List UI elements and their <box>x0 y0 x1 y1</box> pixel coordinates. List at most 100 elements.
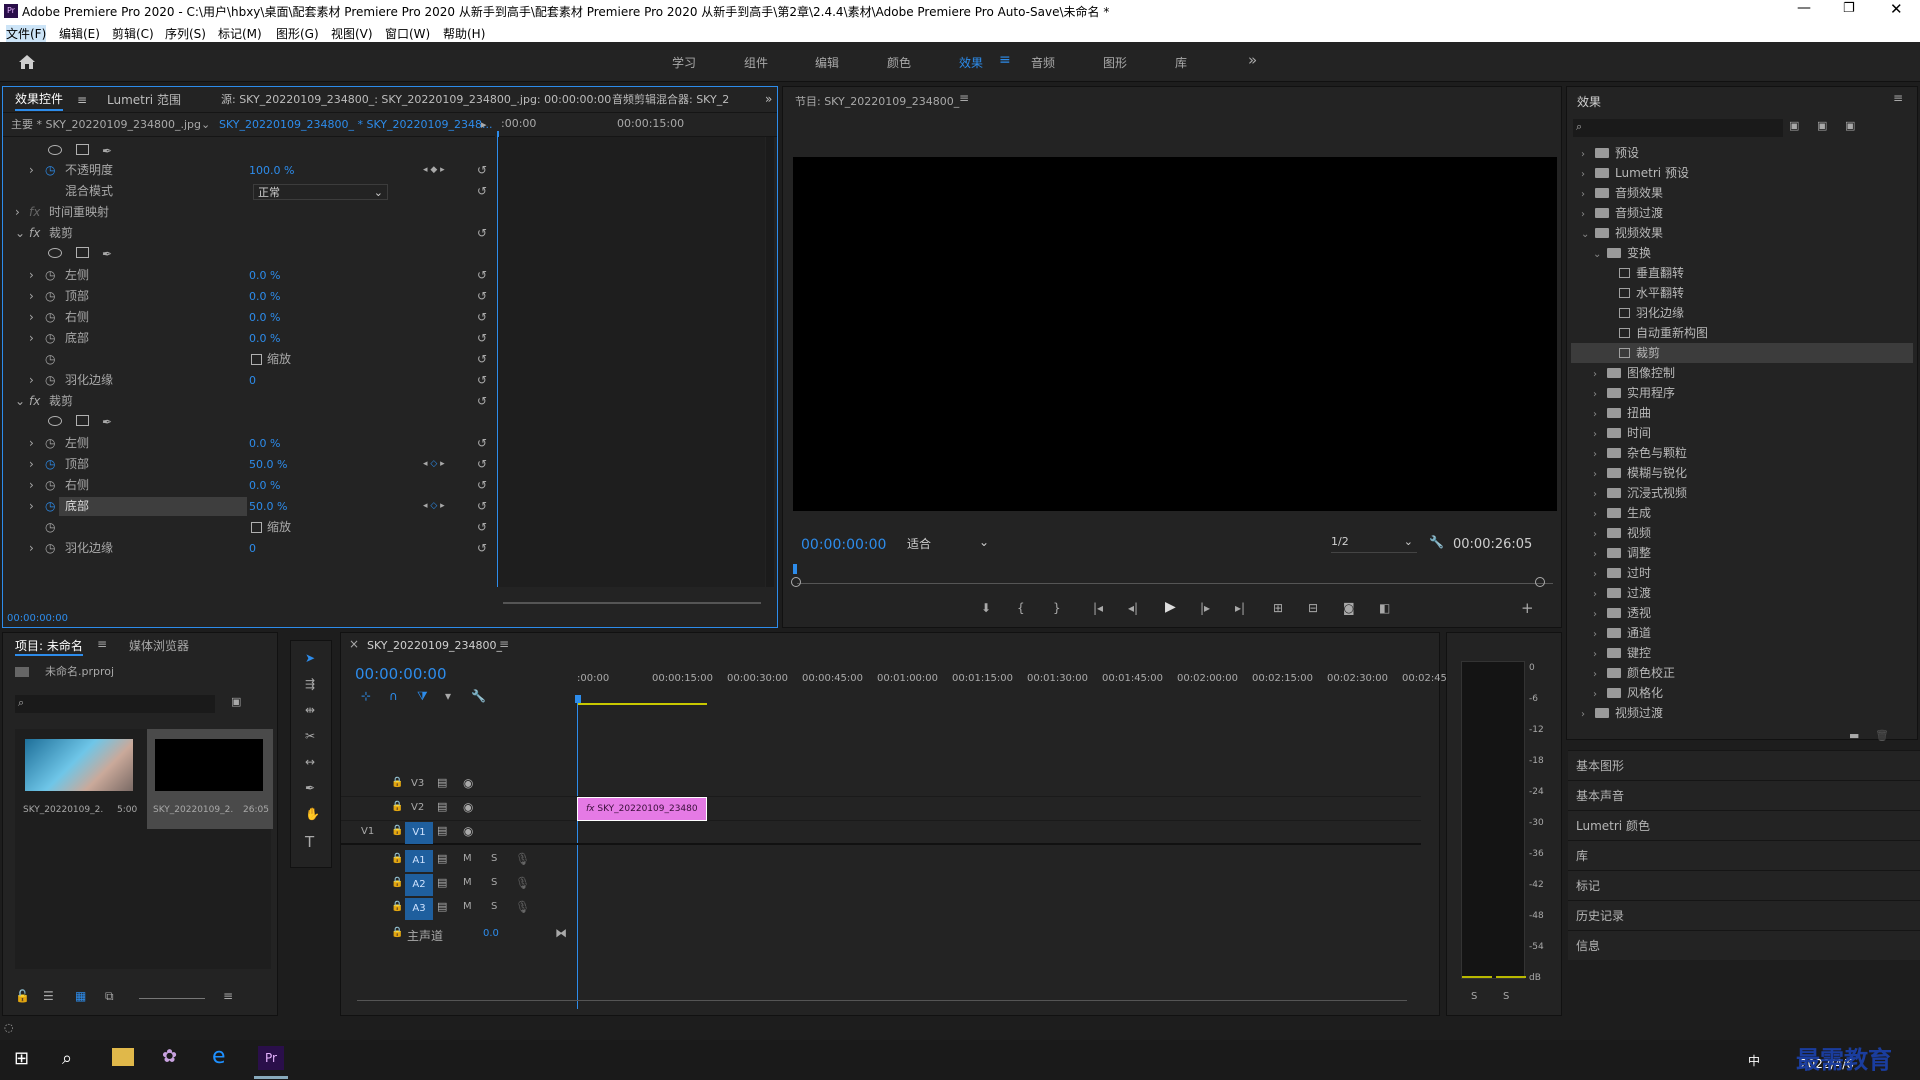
timeline-vscroll[interactable] <box>1303 713 1309 1013</box>
zoom-checkbox[interactable] <box>251 354 262 365</box>
chevron-right-icon[interactable]: › <box>1593 525 1607 545</box>
workspace-editing[interactable]: 编辑 <box>815 54 839 71</box>
project-menu-icon[interactable]: ≡ <box>97 637 107 651</box>
reset-icon[interactable]: ↺ <box>477 475 487 496</box>
effects-tree-item[interactable]: › 调整 <box>1571 543 1913 563</box>
keyframe-nav-icon[interactable]: ◂ ◇ ▸ <box>423 496 445 517</box>
chevron-right-icon[interactable]: › <box>1593 505 1607 525</box>
ec-keyframe-area[interactable] <box>497 137 765 587</box>
effects-tree-item[interactable]: › 过时 <box>1571 563 1913 583</box>
solo-button[interactable]: S <box>491 901 497 912</box>
effects-tree-item[interactable]: › 视频 <box>1571 523 1913 543</box>
chevron-right-icon[interactable]: › <box>1581 205 1595 225</box>
reset-icon[interactable]: ↺ <box>477 454 487 475</box>
effect-crop-2[interactable]: ⌄ fx 裁剪 ↺ <box>3 391 493 412</box>
chevron-right-icon[interactable]: › <box>1581 705 1595 725</box>
track-v3[interactable]: 🔒 V3 ▤ ◉ <box>341 773 1421 797</box>
lock-icon[interactable]: 🔓 <box>15 989 30 1003</box>
workspace-graphics[interactable]: 图形 <box>1103 54 1127 71</box>
effects-tree-item[interactable]: › 音频过渡 <box>1571 203 1913 223</box>
export-frame-icon[interactable]: ◙ <box>1343 601 1355 615</box>
program-timecode[interactable]: 00:00:00:00 <box>801 537 886 553</box>
program-ruler[interactable] <box>793 564 1557 574</box>
file-explorer-icon[interactable] <box>112 1048 134 1066</box>
pen-tool-icon[interactable]: ✒ <box>305 781 315 795</box>
prop-left[interactable]: › ◷ 左侧 0.0 % ↺ <box>3 265 493 286</box>
mute-button[interactable]: M <box>463 877 472 888</box>
sync-icon[interactable]: ▤ <box>437 852 447 865</box>
tab-menu-icon[interactable]: ≡ <box>77 89 87 111</box>
windows-start-icon[interactable]: ⊞ <box>14 1048 29 1069</box>
slip-tool-icon[interactable]: ↔ <box>305 755 315 769</box>
icon-view-icon[interactable]: ▦ <box>75 989 86 1003</box>
sync-icon[interactable]: ▤ <box>437 776 447 789</box>
sync-icon[interactable]: ▤ <box>437 824 447 837</box>
right-value[interactable]: 0.0 % <box>249 307 280 328</box>
reset-icon[interactable]: ↺ <box>477 349 487 370</box>
list-view-icon[interactable]: ☰ <box>43 989 54 1003</box>
effect-crop-1[interactable]: ⌄ fx 裁剪 ↺ <box>3 223 493 244</box>
keyframe-nav-icon[interactable]: ◂ ◇ ▸ <box>423 454 445 475</box>
close-icon[interactable]: ✕ <box>1890 0 1903 18</box>
solo-button[interactable]: S <box>491 853 497 864</box>
ellipse-mask-icon[interactable] <box>48 416 62 426</box>
reset-icon[interactable]: ↺ <box>477 517 487 538</box>
zoom-handle-left[interactable] <box>791 577 801 587</box>
workspace-effects[interactable]: 效果 <box>959 54 983 71</box>
ripple-edit-tool-icon[interactable]: ⇹ <box>305 703 315 717</box>
prop-top[interactable]: › ◷ 顶部 0.0 % ↺ <box>3 286 493 307</box>
timeline-timecode[interactable]: 00:00:00:00 <box>355 665 447 683</box>
go-to-in-icon[interactable]: |◂ <box>1093 601 1103 615</box>
track-v1[interactable]: V1 🔒 V1 ▤ ◉ <box>341 821 1421 845</box>
mark-in-icon[interactable]: { <box>1017 601 1025 615</box>
chevron-right-icon[interactable]: › <box>1593 565 1607 585</box>
zoom-slider[interactable] <box>139 998 205 999</box>
rectangle-mask-icon[interactable] <box>76 415 89 426</box>
pen-mask-icon[interactable]: ✒ <box>102 244 112 265</box>
maximize-icon[interactable]: ❐ <box>1843 1 1855 16</box>
panel-lumetri-color[interactable]: Lumetri 颜色 <box>1568 810 1920 840</box>
ellipse-mask-icon[interactable] <box>48 248 62 258</box>
tab-audio-mixer[interactable]: 音频剪辑混合器: SKY_2 <box>612 89 742 111</box>
effects-tree-item[interactable]: › 音频效果 <box>1571 183 1913 203</box>
program-menu-icon[interactable]: ≡ <box>959 91 969 105</box>
chevron-right-icon[interactable]: › <box>1593 605 1607 625</box>
track-a3[interactable]: 🔒 A3 ▤ M S 🎙 <box>341 897 1421 921</box>
bottom-value[interactable]: 0.0 % <box>249 328 280 349</box>
timeline-ruler[interactable]: :00:00 00:00:15:00 00:00:30:00 00:00:45:00 0… <box>577 669 1450 699</box>
timeline-settings-icon[interactable]: 🔧 <box>471 689 486 703</box>
step-forward-icon[interactable]: |▸ <box>1200 601 1210 615</box>
feather-value[interactable]: 0 <box>249 370 256 391</box>
effects-tree-item[interactable]: › 颜色校正 <box>1571 663 1913 683</box>
close-sequence-icon[interactable]: × <box>349 637 359 651</box>
effects-tree-item[interactable]: › 扭曲 <box>1571 403 1913 423</box>
sync-icon[interactable]: ▤ <box>437 876 447 889</box>
ec-zoom-bar[interactable] <box>503 602 761 604</box>
pen-mask-icon[interactable]: ✒ <box>102 141 112 162</box>
track-v2[interactable]: 🔒 V2 ▤ ◉ fx SKY_20220109_23480 <box>341 797 1421 821</box>
pen-mask-icon[interactable]: ✒ <box>102 412 112 433</box>
effects-tree-item[interactable]: ⌄ 变换 <box>1571 243 1913 263</box>
panel-essential-sound[interactable]: 基本声音 <box>1568 780 1920 810</box>
panel-essential-graphics[interactable]: 基本图形 <box>1568 750 1920 780</box>
yuv-effects-icon[interactable]: ▣ <box>1845 119 1855 132</box>
minimize-icon[interactable]: — <box>1797 0 1811 16</box>
effects-tree-item[interactable]: › 键控 <box>1571 643 1913 663</box>
effects-tree-item[interactable]: 自动重新构图 <box>1571 323 1913 343</box>
zoom-handle-right[interactable] <box>1535 577 1545 587</box>
sequence-thumbnail[interactable] <box>155 739 263 791</box>
ec-time-ruler[interactable]: :00:00 00:00:15:00 <box>497 113 777 137</box>
tab-source[interactable]: 源: SKY_20220109_234800_: SKY_20220109_23… <box>221 89 611 111</box>
project-search-input[interactable]: ⌕ <box>15 695 215 713</box>
sync-icon[interactable]: ▤ <box>437 900 447 913</box>
workspace-learn[interactable]: 学习 <box>672 54 696 71</box>
new-bin-icon[interactable]: ▣ <box>231 695 241 708</box>
effects-tree-item[interactable]: 羽化边缘 <box>1571 303 1913 323</box>
mic-icon[interactable]: 🎙 <box>515 876 530 890</box>
track-master[interactable]: 🔒 主声道 0.0 ⧓ <box>341 923 1421 947</box>
chevron-right-icon[interactable]: › <box>1593 485 1607 505</box>
workspace-menu-icon[interactable]: ≡ <box>999 52 1011 68</box>
selection-tool-icon[interactable]: ➤ <box>305 651 315 665</box>
menu-sequence[interactable]: 序列(S) <box>165 25 206 42</box>
ime-indicator[interactable]: 中 <box>1748 1052 1760 1069</box>
